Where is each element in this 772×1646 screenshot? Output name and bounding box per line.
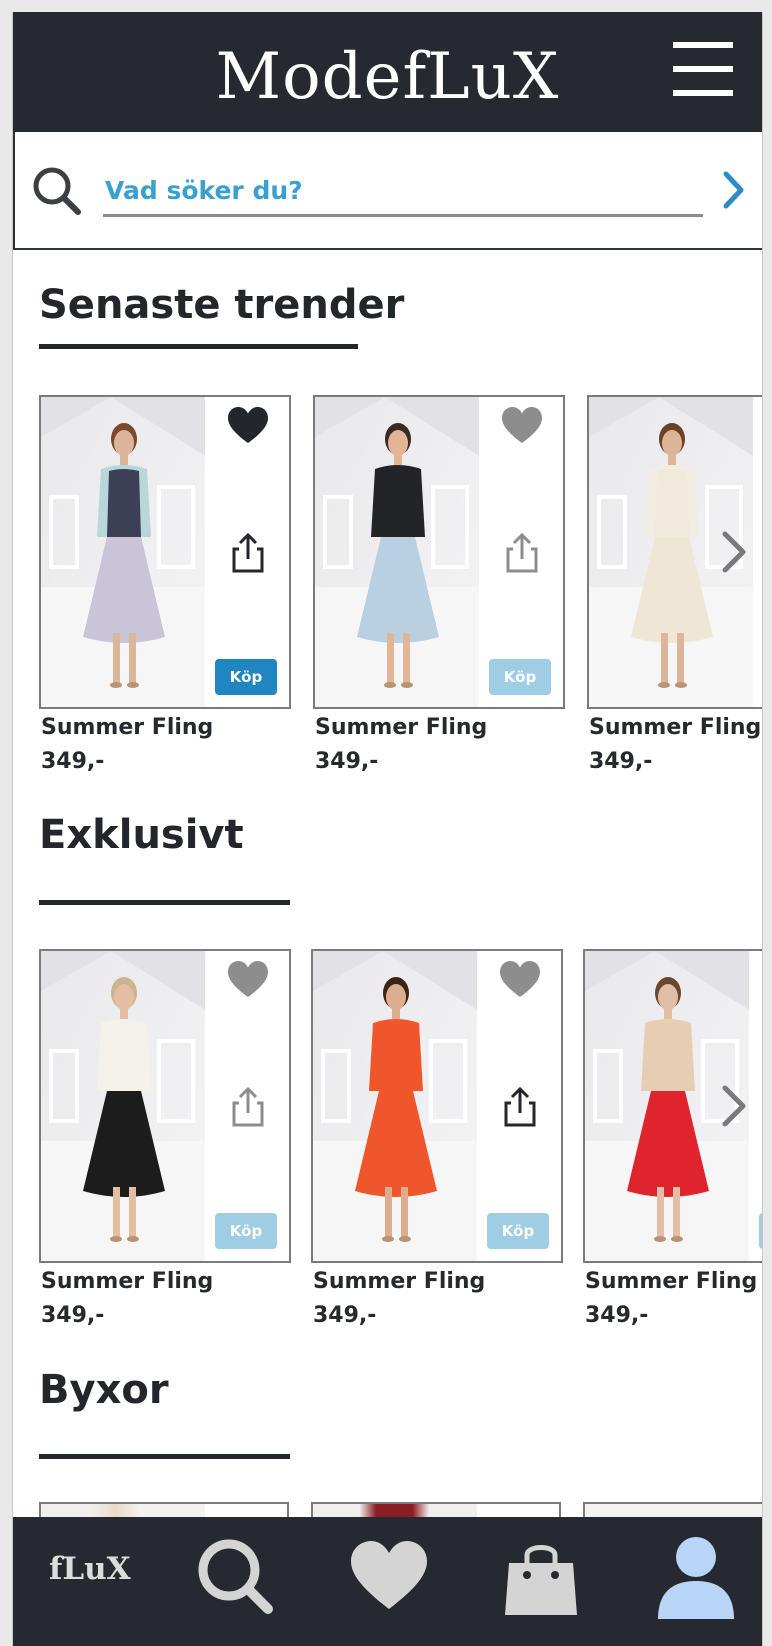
hamburger-menu-icon[interactable]	[673, 42, 735, 100]
product-card[interactable]: Köp Summer Fling 349,-	[311, 949, 563, 1328]
share-icon[interactable]	[503, 1086, 537, 1127]
buy-button[interactable]: Köp	[215, 659, 277, 695]
buy-button[interactable]: Köp	[215, 1213, 277, 1249]
share-icon[interactable]	[505, 532, 539, 573]
app-frame: ModefLuX Senaste trender	[12, 12, 763, 1646]
product-actions: Köp	[477, 949, 563, 1263]
product-name: Summer Fling	[589, 715, 762, 740]
search-icon[interactable]	[196, 1537, 276, 1617]
section-underline	[39, 344, 358, 349]
product-actions: Köp	[479, 395, 565, 709]
carousel-next-chevron-icon[interactable]	[715, 1084, 751, 1128]
favorite-heart-icon[interactable]	[227, 407, 269, 447]
product-photo[interactable]	[313, 395, 483, 709]
app-header: ModefLuX	[13, 12, 762, 132]
product-photo-image	[313, 951, 479, 1261]
product-photo[interactable]	[311, 949, 481, 1263]
favorite-heart-icon[interactable]	[227, 961, 269, 1001]
product-price: 349,-	[313, 1303, 377, 1328]
bottom-navigation: fLuX	[13, 1517, 762, 1646]
product-name: Summer Fling	[585, 1269, 758, 1294]
product-name: Summer Fling	[41, 715, 214, 740]
product-name: Summer Fling	[313, 1269, 486, 1294]
shopping-bag-icon[interactable]	[501, 1537, 581, 1619]
buy-button[interactable]: Köp	[489, 659, 551, 695]
product-price: 349,-	[315, 749, 379, 774]
product-name: Summer Fling	[315, 715, 488, 740]
product-card[interactable]: Köp Summer Fling 349,-	[313, 395, 565, 774]
section-underline	[39, 1454, 290, 1459]
share-icon[interactable]	[231, 1086, 265, 1127]
product-price: 349,-	[589, 749, 653, 774]
product-card[interactable]: Köp Summer Fling 349,-	[39, 395, 291, 774]
product-name: Summer Fling	[41, 1269, 214, 1294]
product-actions: Köp	[749, 949, 762, 1263]
favorite-heart-icon[interactable]	[499, 961, 541, 1001]
favorite-heart-icon[interactable]	[501, 407, 543, 447]
product-photo-image	[41, 397, 207, 707]
product-actions: Köp	[205, 949, 291, 1263]
product-photo-image	[315, 397, 481, 707]
product-actions: Köp	[753, 395, 762, 709]
product-price: 349,-	[41, 1303, 105, 1328]
buy-button[interactable]: Köp	[487, 1213, 549, 1249]
section-title-exklusivt: Exklusivt	[39, 812, 244, 858]
section-title-senaste-trender: Senaste trender	[39, 282, 405, 328]
buy-button[interactable]: Köp	[759, 1213, 762, 1249]
nav-brand-home[interactable]: fLuX	[49, 1551, 131, 1587]
section-underline	[39, 900, 290, 905]
product-card[interactable]: Köp Summer Fling 349,-	[39, 949, 291, 1328]
search-submit-chevron-icon[interactable]	[721, 170, 747, 210]
search-input[interactable]	[103, 166, 703, 217]
share-icon[interactable]	[231, 532, 265, 573]
carousel-next-chevron-icon[interactable]	[715, 530, 751, 574]
product-price: 349,-	[585, 1303, 649, 1328]
section-title-byxor: Byxor	[39, 1367, 169, 1413]
heart-icon[interactable]	[349, 1541, 429, 1611]
search-icon[interactable]	[31, 165, 83, 217]
product-photo[interactable]	[39, 395, 209, 709]
product-price: 349,-	[41, 749, 105, 774]
product-photo-image	[41, 951, 207, 1261]
profile-icon[interactable]	[656, 1535, 736, 1619]
app-logo[interactable]: ModefLuX	[13, 40, 762, 114]
search-bar	[13, 132, 762, 250]
product-actions: Köp	[205, 395, 291, 709]
product-photo[interactable]	[39, 949, 209, 1263]
